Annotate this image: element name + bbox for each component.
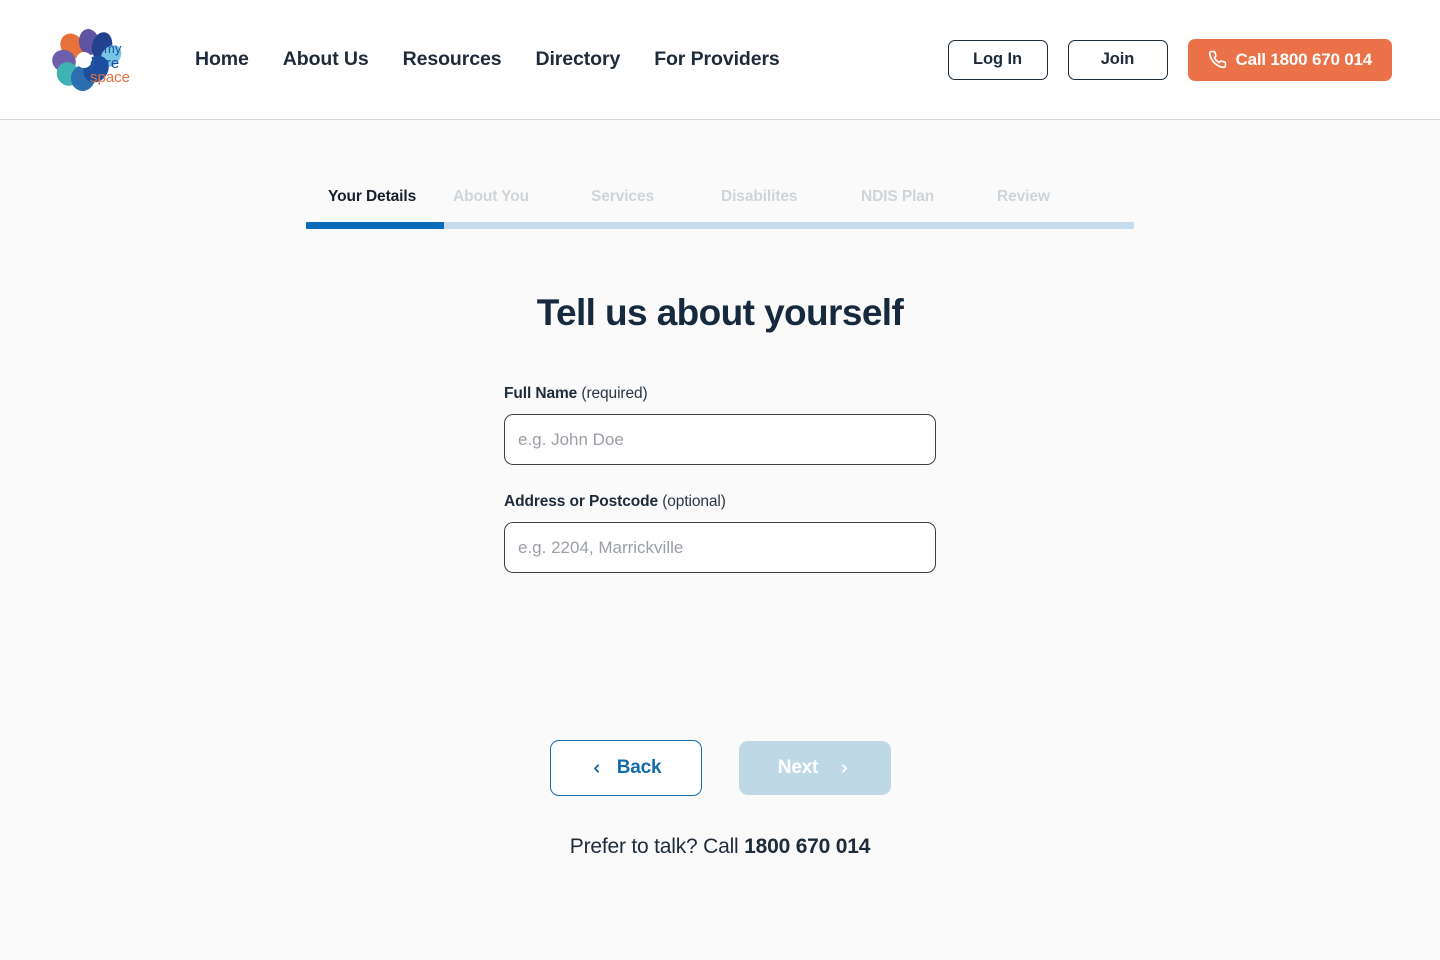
address-postcode-label-note: (optional) [658,493,726,510]
full-name-label-note: (required) [577,385,648,402]
svg-text:my: my [104,41,122,56]
svg-text:space: space [90,69,130,86]
full-name-label: Full Name (required) [504,385,936,403]
full-name-input[interactable] [504,414,936,465]
step-disabilities[interactable]: Disabilites [721,188,861,206]
step-your-details[interactable]: Your Details [306,188,453,206]
phone-icon [1208,50,1226,69]
wizard-container: Your Details About You Services Disabili… [0,120,1440,859]
join-button[interactable]: Join [1067,39,1168,80]
chevron-right-icon [842,763,848,773]
prefer-to-talk: Prefer to talk? Call 1800 670 014 [0,835,1440,859]
main-navigation: Home About Us Resources Directory For Pr… [195,48,780,71]
nav-about-us[interactable]: About Us [283,48,369,71]
address-postcode-label: Address or Postcode (optional) [504,493,936,511]
wizard-stepper: Your Details About You Services Disabili… [306,188,1134,229]
address-postcode-label-text: Address or Postcode [504,493,659,510]
mycarespace-logo[interactable]: my care space [50,28,160,91]
progress-track [306,222,1134,229]
next-button[interactable]: Next [738,741,891,795]
field-address-postcode: Address or Postcode (optional) [504,493,936,573]
site-header: my care space Home About Us Resources Di… [0,0,1440,120]
logo-mark-and-wordmark: my care space [52,28,130,91]
address-postcode-input[interactable] [504,522,936,573]
step-services[interactable]: Services [591,188,721,206]
chevron-left-icon [593,763,599,773]
full-name-label-text: Full Name [504,385,578,402]
step-labels: Your Details About You Services Disabili… [306,188,1134,222]
back-button-label: Back [616,757,662,778]
header-actions: Log In Join Call 1800 670 014 [947,38,1392,81]
step-review[interactable]: Review [997,188,1134,206]
prefer-to-talk-prefix: Prefer to talk? Call [569,835,745,858]
log-in-button[interactable]: Log In [947,39,1048,80]
nav-directory[interactable]: Directory [535,48,620,71]
prefer-to-talk-phone[interactable]: 1800 670 014 [744,835,870,858]
details-form: Full Name (required) Address or Postcode… [504,334,936,573]
step-ndis-plan[interactable]: NDIS Plan [861,188,997,206]
call-button-label: Call 1800 670 014 [1235,49,1373,69]
nav-home[interactable]: Home [195,48,249,71]
call-button[interactable]: Call 1800 670 014 [1187,38,1392,81]
next-button-label: Next [777,757,819,778]
field-full-name: Full Name (required) [504,385,936,465]
step-about-you[interactable]: About You [453,188,591,206]
wizard-navigation: Back Next [0,740,1440,796]
back-button[interactable]: Back [549,740,702,796]
nav-for-providers[interactable]: For Providers [654,48,780,71]
page-title: Tell us about yourself [536,292,904,333]
nav-resources[interactable]: Resources [403,48,502,71]
progress-fill [306,222,444,229]
